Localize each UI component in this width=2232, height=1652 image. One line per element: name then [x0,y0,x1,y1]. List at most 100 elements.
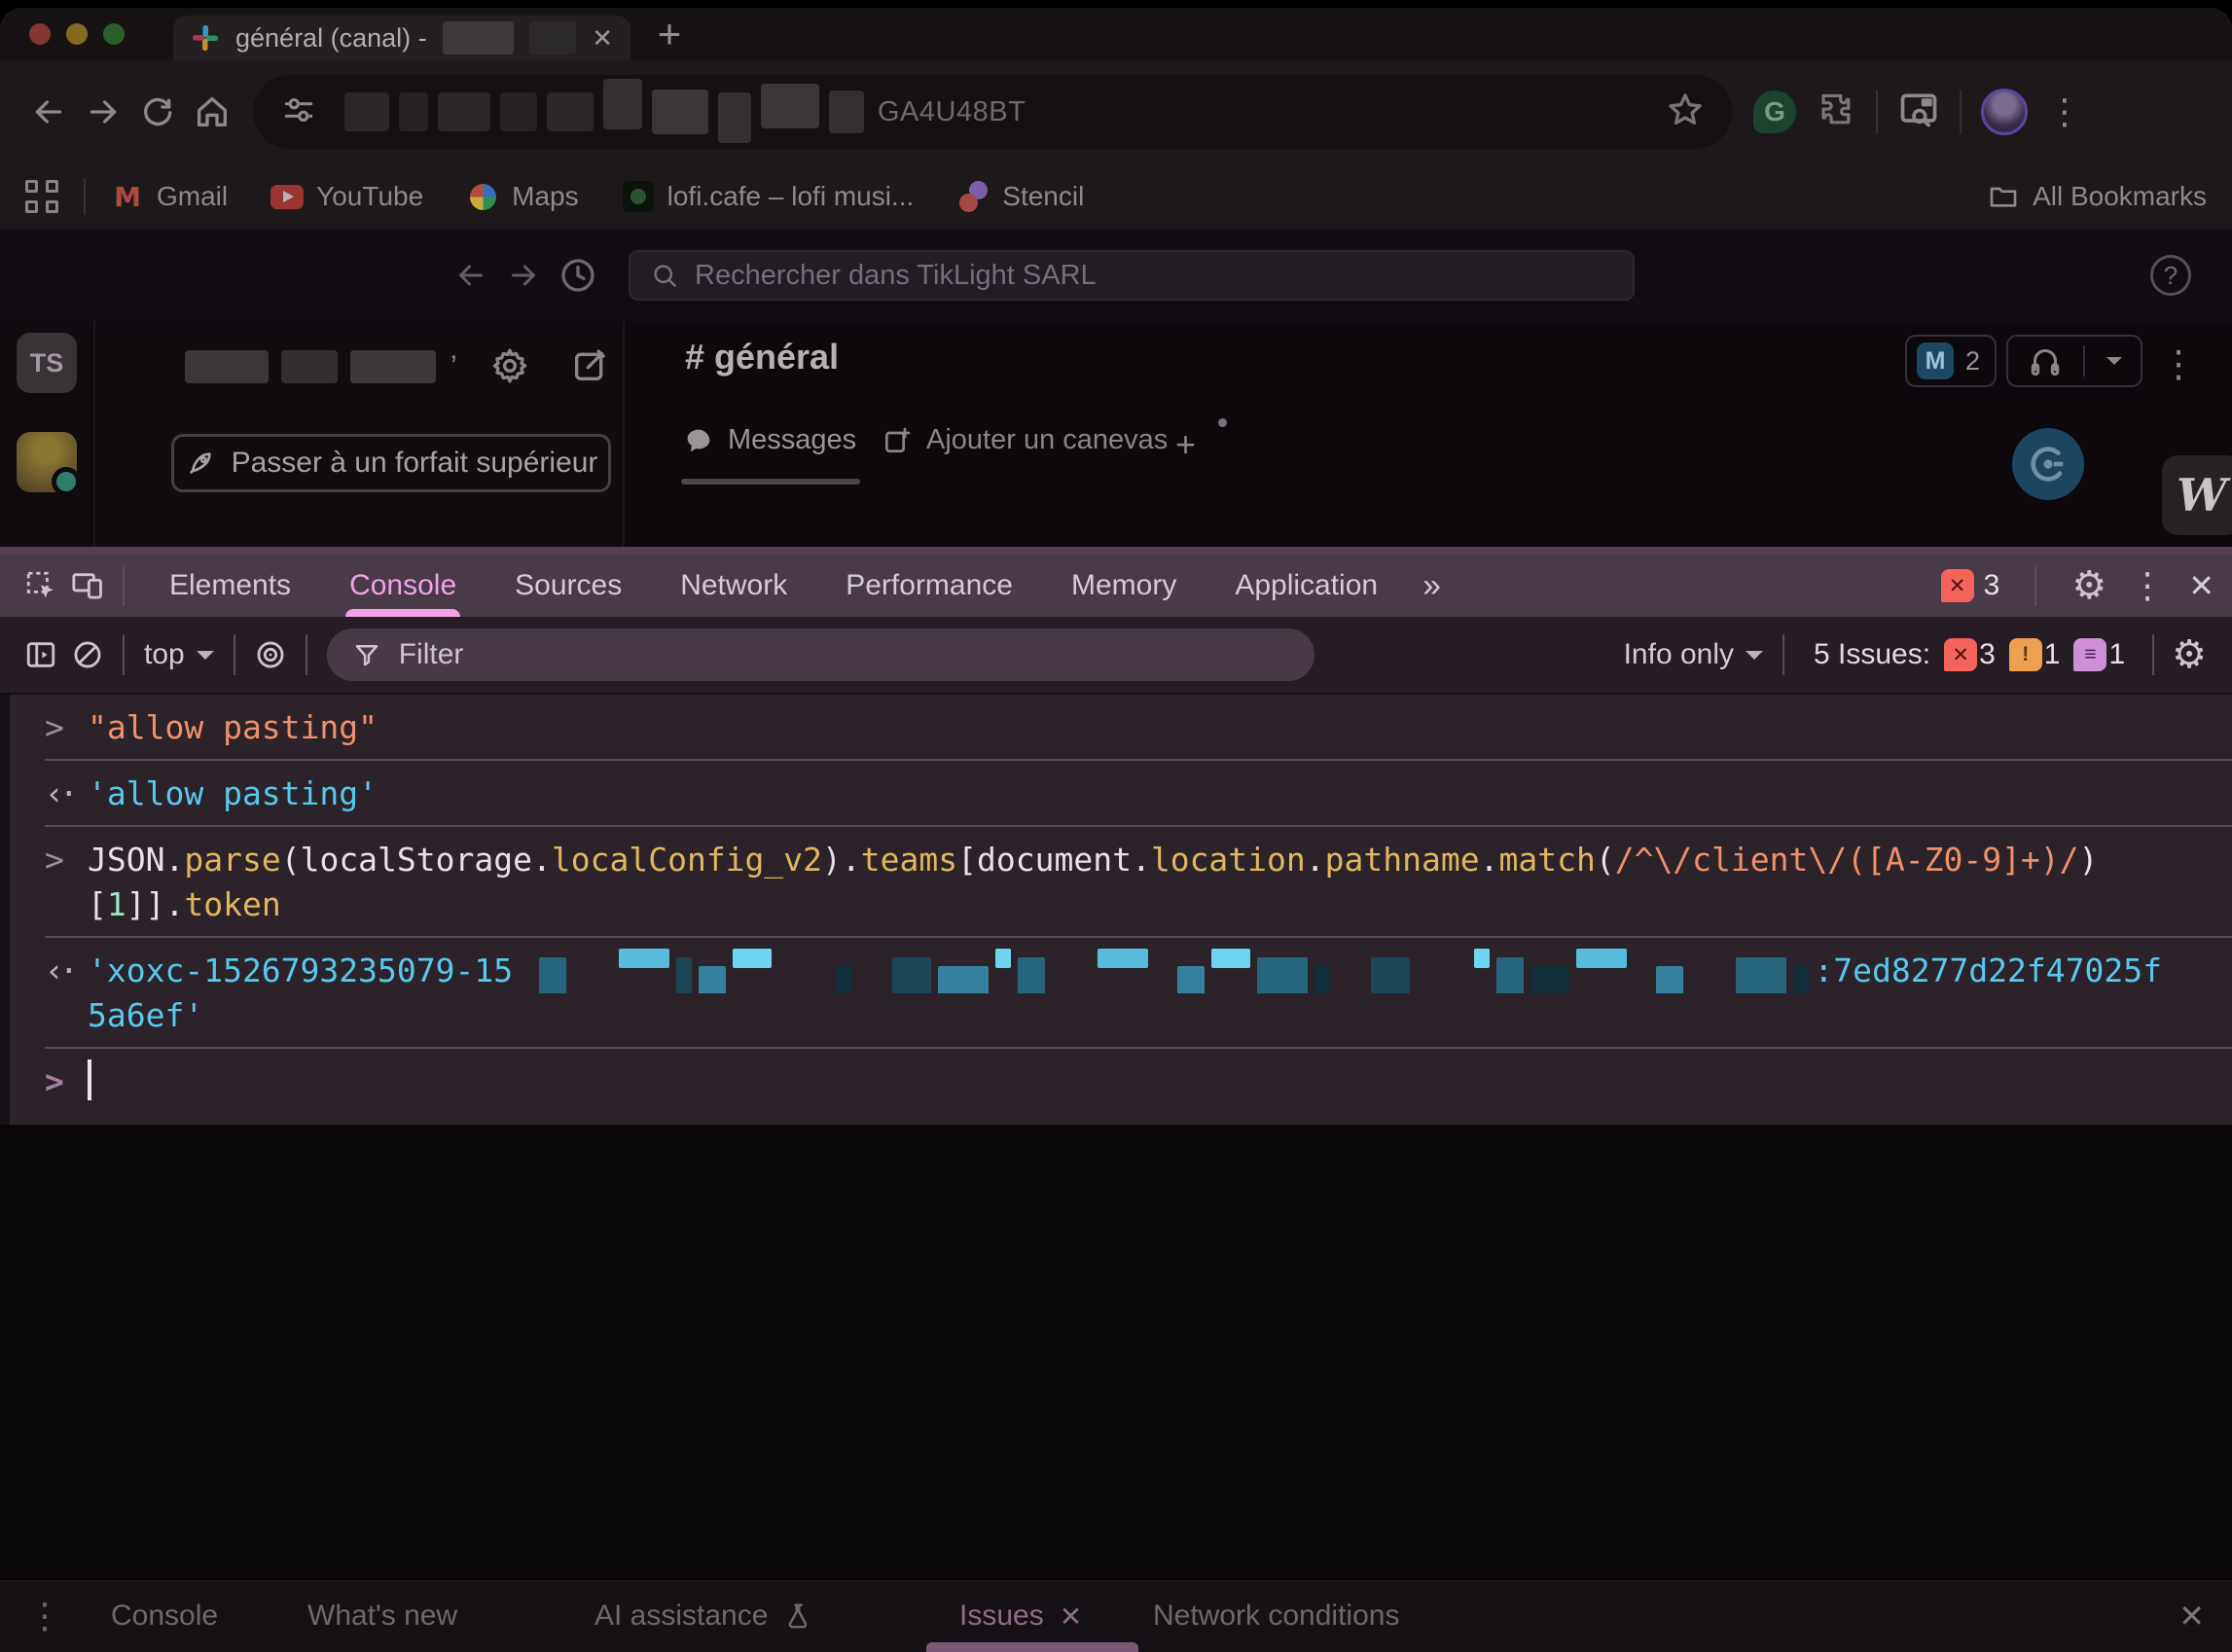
devtools-tab-memory[interactable]: Memory [1042,555,1206,617]
text-cursor [88,1059,91,1100]
bookmark-star-icon[interactable] [1666,90,1705,134]
error-badge-icon: ✕ [1941,569,1974,602]
forward-icon[interactable] [76,85,130,139]
canvas-icon [882,425,913,456]
workspace-name-redacted[interactable]: ’ [185,350,457,383]
devtools-tab-application[interactable]: Application [1206,555,1407,617]
drawer-item-console[interactable]: Console [111,1580,218,1652]
devtools-tab-sources[interactable]: Sources [486,555,651,617]
history-forward-icon[interactable] [506,258,541,293]
console-input-row: >JSON.parse(localStorage.localConfig_v2)… [10,827,2232,938]
devtools-tab-network[interactable]: Network [651,555,816,617]
fullscreen-window-button[interactable] [103,23,125,45]
tab-add-canvas[interactable]: Ajouter un canevas [882,424,1168,456]
clear-console-icon[interactable] [64,631,111,678]
channel-more-icon[interactable]: ⋮ [2160,342,2197,386]
browser-tab[interactable]: général (canal) - ✕ [173,16,630,60]
home-icon[interactable] [185,85,239,139]
bookmark-lofi-cafe-lofi-musi[interactable]: lofi.cafe – lofi musi... [622,180,915,213]
log-level-dropdown[interactable]: Info only [1624,638,1763,671]
drawer-item-ai-assistance[interactable]: AI assistance [594,1580,812,1652]
user-avatar[interactable] [17,432,77,492]
devtools-tab-console[interactable]: Console [320,555,486,617]
upgrade-plan-button[interactable]: Passer à un forfait supérieur [171,434,611,492]
more-tabs-icon[interactable]: » [1407,567,1457,605]
drawer-item-what-s-new[interactable]: What's new [307,1580,457,1652]
huddle-button[interactable] [2006,335,2142,387]
profile-avatar[interactable] [1981,89,2028,135]
youtube-icon [270,180,304,213]
tab-messages[interactable]: Messages [683,424,856,456]
console-settings-gear-icon[interactable]: ⚙ [2172,635,2207,674]
console-filter-input[interactable]: Filter [327,628,1314,681]
console-pane[interactable]: >"allow pasting"‹·'allow pasting'>JSON.p… [0,695,2232,1125]
grammarly-widget-icon[interactable] [2012,428,2084,500]
execution-context-dropdown[interactable]: top [144,638,214,671]
wappalyzer-widget[interactable]: W [2162,455,2232,535]
bookmark-stencil[interactable]: Stencil [956,180,1084,213]
device-toolbar-icon[interactable] [64,562,111,609]
drawer-close-icon[interactable]: ✕ [2178,1580,2205,1652]
apps-grid-icon[interactable] [25,180,58,213]
result-arrow-icon: ‹· [45,772,88,816]
bookmark-maps[interactable]: Maps [466,180,578,213]
new-tab-button[interactable]: + [644,10,695,58]
drawer-item-issues[interactable]: Issues✕ [959,1580,1082,1652]
devtools-tab-elements[interactable]: Elements [140,555,320,617]
drawer-item-network-conditions[interactable]: Network conditions [1153,1580,1399,1652]
devtools-settings-gear-icon[interactable]: ⚙ [2071,566,2106,605]
back-icon[interactable] [21,85,76,139]
redacted-tab-title [443,21,514,54]
tab-close-icon[interactable]: ✕ [592,23,613,54]
console-sidebar-toggle-icon[interactable] [18,631,64,678]
issue-warning-count: 1 [2044,638,2061,671]
devtools-drawer: ⋮ ✕ Console What's new AI assistance Issues… [0,1578,2232,1652]
bookmark-gmail[interactable]: Gmail [111,180,228,213]
live-expression-eye-icon[interactable] [247,631,294,678]
devtools-close-icon[interactable]: ✕ [2188,567,2214,604]
close-window-button[interactable] [29,23,51,45]
console-toolbar: top Filter Info only 5 Issues: ✕ 3 [0,617,2232,695]
console-errors-indicator[interactable]: ✕ 3 [1941,569,2000,602]
reload-icon[interactable] [130,85,185,139]
browser-menu-icon[interactable]: ⋮ [2047,91,2082,132]
compose-icon[interactable] [570,346,609,390]
sidebar-settings-gear-icon[interactable] [490,346,529,390]
help-icon[interactable]: ? [2150,255,2191,296]
workspace-avatar[interactable]: TS [17,333,77,393]
issues-summary[interactable]: 5 Issues: ✕ 3 ! 1 ≡ 1 [1814,638,2125,671]
channel-members-button[interactable]: M 2 [1905,335,1997,387]
devtools-tabs: ElementsConsoleSourcesNetworkPerformance… [140,555,1407,617]
history-clock-icon[interactable] [558,256,597,295]
devtools-tab-performance[interactable]: Performance [816,555,1042,617]
slack-top-bar: Rechercher dans TikLight SARL ? [0,230,2232,321]
lofi-icon [622,180,655,213]
extensions-puzzle-icon[interactable] [1816,90,1856,135]
grammarly-extension-icon[interactable]: G [1753,90,1796,133]
drawer-issues-close-icon[interactable]: ✕ [1060,1600,1082,1633]
slack-search-input[interactable]: Rechercher dans TikLight SARL [629,250,1635,301]
tab-add-button[interactable]: + [1175,424,1196,465]
devtools-tab-bar: ElementsConsoleSourcesNetworkPerformance… [0,555,2232,617]
issue-warning-badge-icon: ! [2009,638,2042,671]
issues-label: 5 Issues: [1814,638,1930,671]
huddle-chevron-down-icon[interactable] [2106,357,2122,373]
history-back-icon[interactable] [453,258,488,293]
side-panel-search-icon[interactable] [1897,89,1940,136]
drawer-item-label: What's new [307,1599,457,1633]
devtools-menu-icon[interactable]: ⋮ [2130,565,2165,606]
tab-strip: général (canal) - ✕ + [0,8,2232,60]
address-bar[interactable]: GA4U48BT [253,75,1732,149]
devtools-top-edge[interactable] [0,547,2232,555]
minimize-window-button[interactable] [66,23,88,45]
all-bookmarks-button[interactable]: All Bookmarks [1988,181,2207,212]
drawer-menu-icon[interactable]: ⋮ [27,1580,62,1652]
bookmark-youtube[interactable]: YouTube [270,180,423,213]
site-settings-icon[interactable] [280,91,317,133]
url-text: GA4U48BT [878,96,1026,128]
browser-toolbar: GA4U48BT G ⋮ [0,60,2232,163]
bookmarks-list: Gmail YouTube Maps lofi.cafe – lofi musi...… [111,180,1084,213]
inspect-element-icon[interactable] [18,562,64,609]
tabbar-divider [123,565,125,606]
console-prompt[interactable]: > [10,1049,2232,1115]
